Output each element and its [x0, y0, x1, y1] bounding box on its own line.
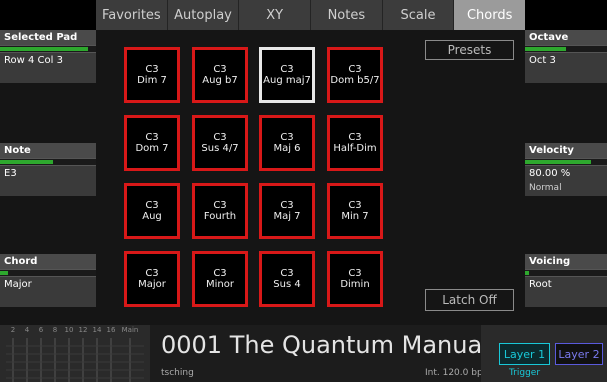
chord-pad[interactable]: C3 Aug: [124, 183, 180, 239]
note-value: E3: [0, 166, 96, 181]
velocity-sub: Normal: [525, 181, 607, 196]
mixer-meters[interactable]: [6, 338, 144, 382]
mixer-label: 14: [92, 326, 102, 334]
layer-2-button[interactable]: Layer 2: [555, 343, 603, 365]
chord-pad[interactable]: C3 Major: [124, 251, 180, 307]
mode-tabs: Favorites Autoplay XY Notes Scale Chords: [96, 0, 526, 30]
note-group[interactable]: Note E3: [0, 143, 96, 196]
note-blank: [0, 181, 96, 196]
selected-pad-blank: [0, 68, 96, 83]
mixer-label: 6: [38, 326, 44, 334]
chord-pad[interactable]: C3 Maj 6: [259, 115, 315, 171]
velocity-value: 80.00 %: [525, 166, 607, 181]
chord-pad[interactable]: C3 Aug b7: [192, 47, 248, 103]
tab-chords[interactable]: Chords: [454, 0, 526, 30]
left-panel: Selected Pad Row 4 Col 3 Note E3 Chord M…: [0, 30, 96, 325]
chord-value: Major: [0, 277, 96, 292]
voicing-group[interactable]: Voicing Root: [525, 254, 607, 307]
voicing-level: [525, 269, 607, 277]
chord-pad-selected[interactable]: C3 Aug maj7: [259, 47, 315, 103]
chord-blank: [0, 292, 96, 307]
chord-pad[interactable]: C3 Dom 7: [124, 115, 180, 171]
song-author: tsching: [161, 368, 194, 378]
chord-pad[interactable]: C3 Sus 4/7: [192, 115, 248, 171]
mixer-label: 2: [10, 326, 16, 334]
mixer-label: Main: [121, 326, 139, 334]
chord-pad[interactable]: C3 Maj 7: [259, 183, 315, 239]
voicing-header: Voicing: [525, 254, 607, 269]
chord-header: Chord: [0, 254, 96, 269]
mixer-label: 8: [52, 326, 58, 334]
selected-pad-header: Selected Pad: [0, 30, 96, 45]
mixer-label: 10: [64, 326, 74, 334]
layer-1-button[interactable]: Layer 1: [499, 343, 550, 365]
octave-blank: [525, 68, 607, 83]
note-level: [0, 158, 96, 166]
chord-pad[interactable]: C3 Dimin: [327, 251, 383, 307]
presets-button[interactable]: Presets: [425, 40, 514, 60]
mixer-label: 12: [78, 326, 88, 334]
level-fill: [0, 47, 89, 51]
mixer-labels: 2 4 6 8 10 12 14 16 Main: [6, 326, 144, 336]
octave-header: Octave: [525, 30, 607, 45]
tab-scale[interactable]: Scale: [383, 0, 455, 30]
chord-pad[interactable]: C3 Dom b5/7: [327, 47, 383, 103]
chord-pad[interactable]: C3 Fourth: [192, 183, 248, 239]
level-fill: [525, 47, 566, 51]
octave-level: [525, 45, 607, 53]
level-fill: [525, 160, 591, 164]
velocity-group[interactable]: Velocity 80.00 % Normal: [525, 143, 607, 196]
trigger-label[interactable]: Trigger: [509, 368, 540, 378]
level-fill: [525, 271, 530, 275]
selected-pad-group[interactable]: Selected Pad Row 4 Col 3: [0, 30, 96, 83]
level-fill: [0, 160, 53, 164]
tab-autoplay[interactable]: Autoplay: [168, 0, 240, 30]
chord-pad[interactable]: C3 Sus 4: [259, 251, 315, 307]
voicing-blank: [525, 292, 607, 307]
mixer-label: 16: [106, 326, 116, 334]
chord-pad[interactable]: C3 Minor: [192, 251, 248, 307]
chord-pad[interactable]: C3 Half-Dim: [327, 115, 383, 171]
latch-button[interactable]: Latch Off: [425, 289, 514, 311]
selected-pad-value: Row 4 Col 3: [0, 53, 96, 68]
tab-notes[interactable]: Notes: [311, 0, 383, 30]
octave-group[interactable]: Octave Oct 3: [525, 30, 607, 83]
chord-pad[interactable]: C3 Min 7: [327, 183, 383, 239]
note-header: Note: [0, 143, 96, 158]
level-fill: [0, 271, 8, 275]
mixer-label: 4: [24, 326, 30, 334]
right-panel: Octave Oct 3 Velocity 80.00 % Normal Voi…: [525, 30, 607, 325]
selected-pad-level: [0, 45, 96, 53]
velocity-header: Velocity: [525, 143, 607, 158]
voicing-value: Root: [525, 277, 607, 292]
velocity-level: [525, 158, 607, 166]
chord-group[interactable]: Chord Major: [0, 254, 96, 307]
octave-value: Oct 3: [525, 53, 607, 68]
tab-favorites[interactable]: Favorites: [96, 0, 168, 30]
chord-level: [0, 269, 96, 277]
chord-pad[interactable]: C3 Dim 7: [124, 47, 180, 103]
tab-xy[interactable]: XY: [239, 0, 312, 30]
song-title: 0001 The Quantum Manual: [161, 331, 489, 359]
